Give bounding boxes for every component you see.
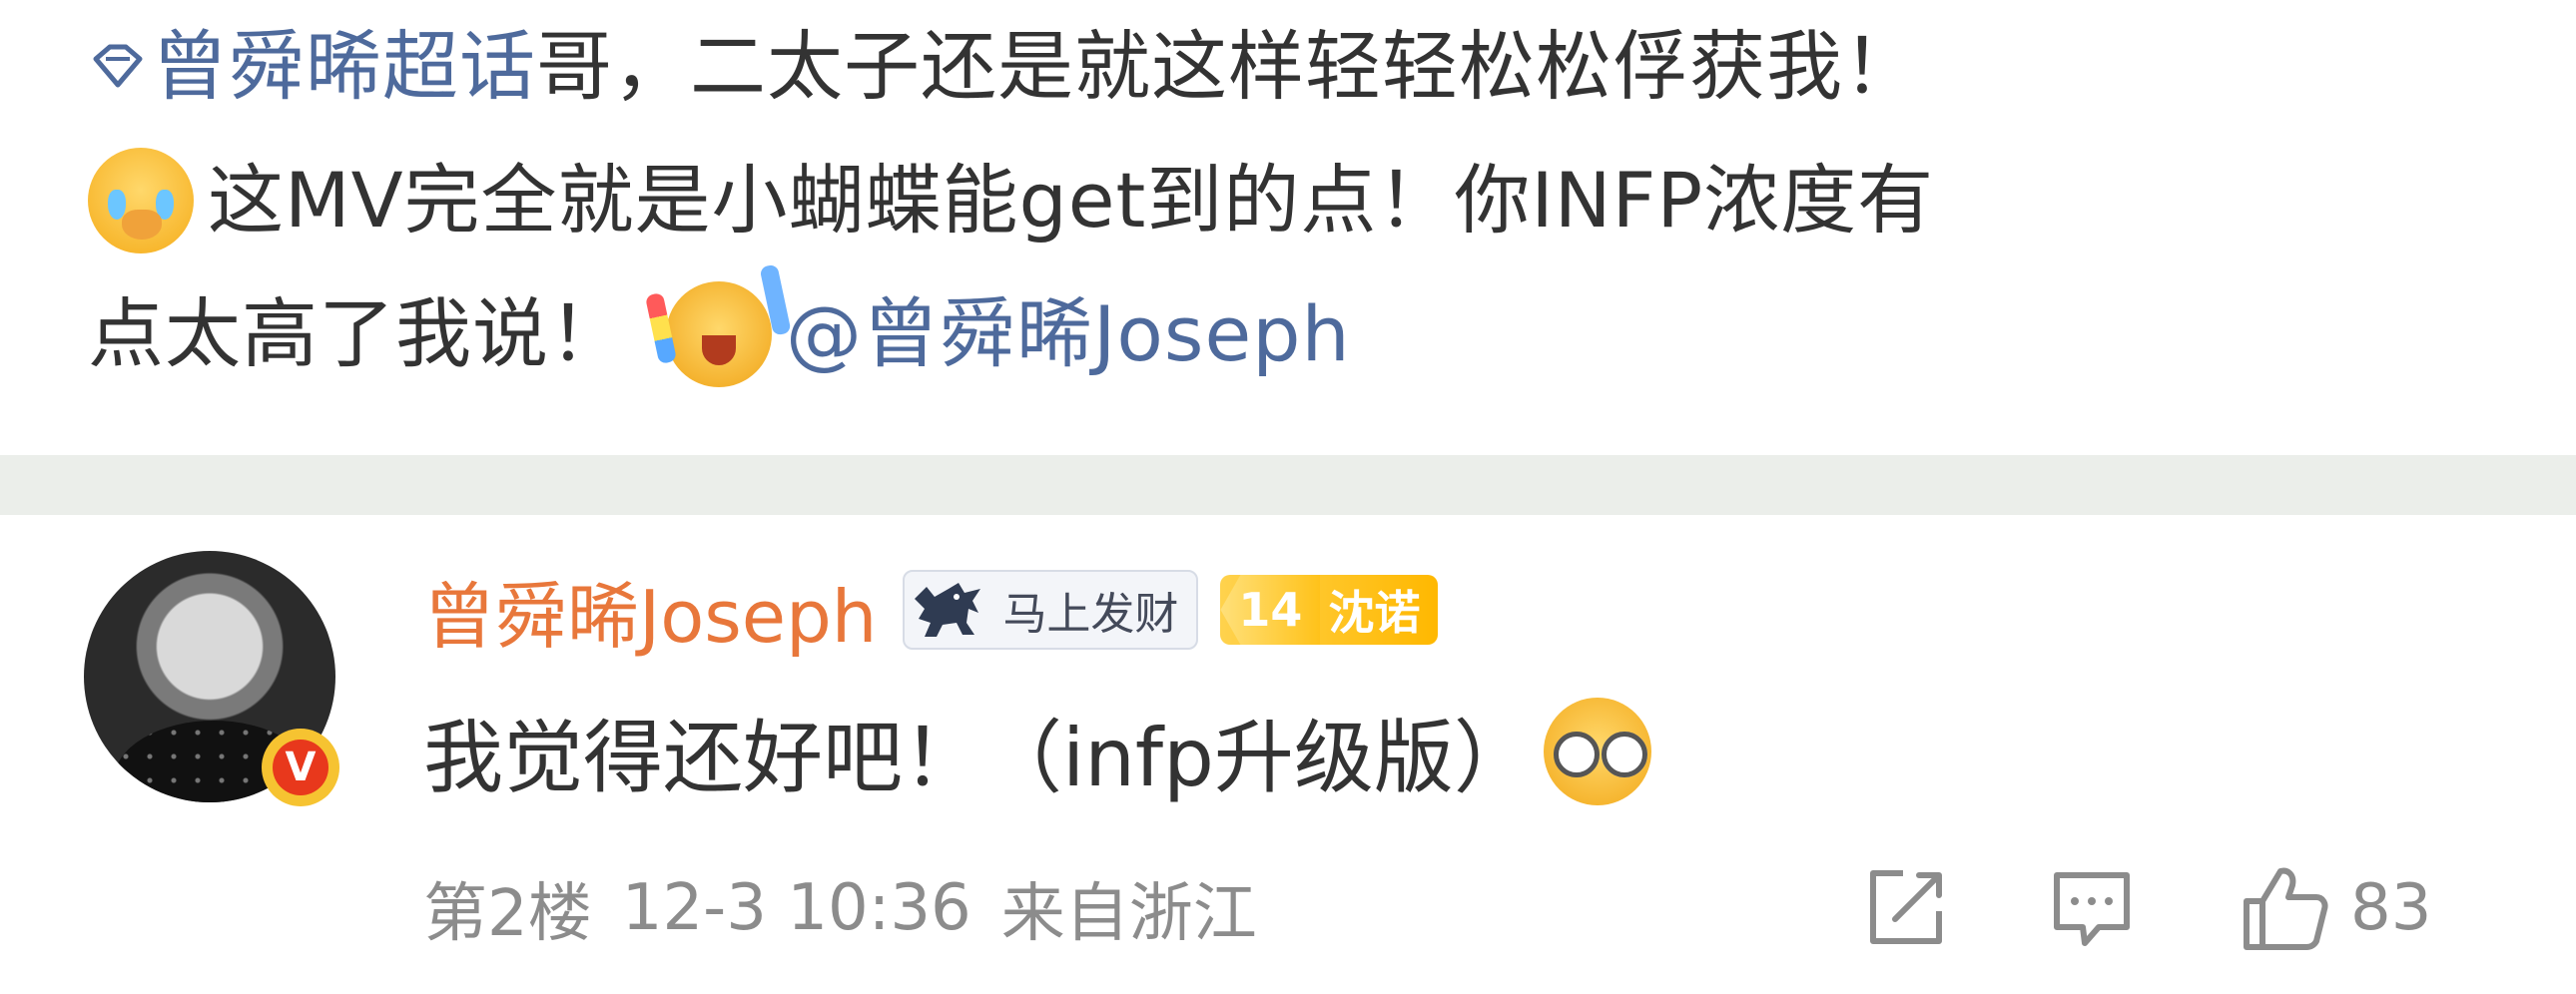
fortune-badge[interactable]: 马上发财 (903, 570, 1199, 650)
username-row: 曾舜晞Joseph 马上发财 14 沈诺 (423, 561, 1439, 659)
topic-link[interactable]: 曾舜晞超话 (152, 0, 536, 134)
comment-text: 我觉得还好吧！（infp升级版） (423, 712, 1534, 804)
comment-actions: 83 (1861, 858, 2431, 958)
diamond-icon (93, 44, 143, 88)
share-icon[interactable] (1861, 863, 1951, 953)
cheer-emoji-icon (666, 281, 772, 387)
fan-badge[interactable]: 14 沈诺 (1220, 575, 1439, 645)
fortune-badge-text: 马上发财 (1002, 589, 1179, 640)
mention-link[interactable]: @曾舜晞Joseph (786, 267, 1351, 401)
verified-mark: V (273, 740, 328, 795)
comment-time: 12-3 10:36 (621, 871, 971, 945)
username-link[interactable]: 曾舜晞Joseph (423, 558, 877, 663)
crying-emoji-icon (88, 148, 194, 253)
floor-number: 第2楼 (423, 877, 592, 951)
comment-location: 来自浙江 (1000, 877, 1257, 951)
reply-icon[interactable] (2047, 863, 2137, 953)
fan-badge-level: 14 (1220, 575, 1321, 645)
horse-icon (915, 583, 981, 637)
comment-item: V 曾舜晞Joseph 马上发财 14 沈诺 我觉得还好吧！（infp升级版） … (0, 515, 2576, 994)
comment-text-row: 我觉得还好吧！（infp升级版） (423, 693, 1665, 810)
post-line-1: 曾舜晞超话 哥，二太子还是就这样轻轻松松俘获我！ (88, 0, 2524, 134)
like-count: 83 (2350, 871, 2432, 945)
like-icon[interactable] (2241, 863, 2330, 953)
comment-meta: 第2楼 12-3 10:36 来自浙江 (423, 858, 1257, 958)
post-line-2: 这MV完全就是小蝴蝶能get到的点！你INFP浓度有 (88, 134, 2524, 267)
verified-badge-icon: V (262, 729, 339, 806)
post-text-2: 这MV完全就是小蝴蝶能get到的点！你INFP浓度有 (208, 156, 1935, 245)
section-divider (0, 455, 2576, 515)
post-line-3: 点太高了我说！ @曾舜晞Joseph (88, 267, 2524, 401)
post-body: 曾舜晞超话 哥，二太子还是就这样轻轻松松俘获我！ 这MV完全就是小蝴蝶能get到… (88, 0, 2524, 449)
post-text-1: 哥，二太子还是就这样轻轻松松俘获我！ (536, 22, 1920, 111)
glasses-emoji-icon (1543, 698, 1651, 805)
post-text-3: 点太高了我说！ (88, 289, 626, 378)
fan-badge-name: 沈诺 (1328, 586, 1421, 640)
